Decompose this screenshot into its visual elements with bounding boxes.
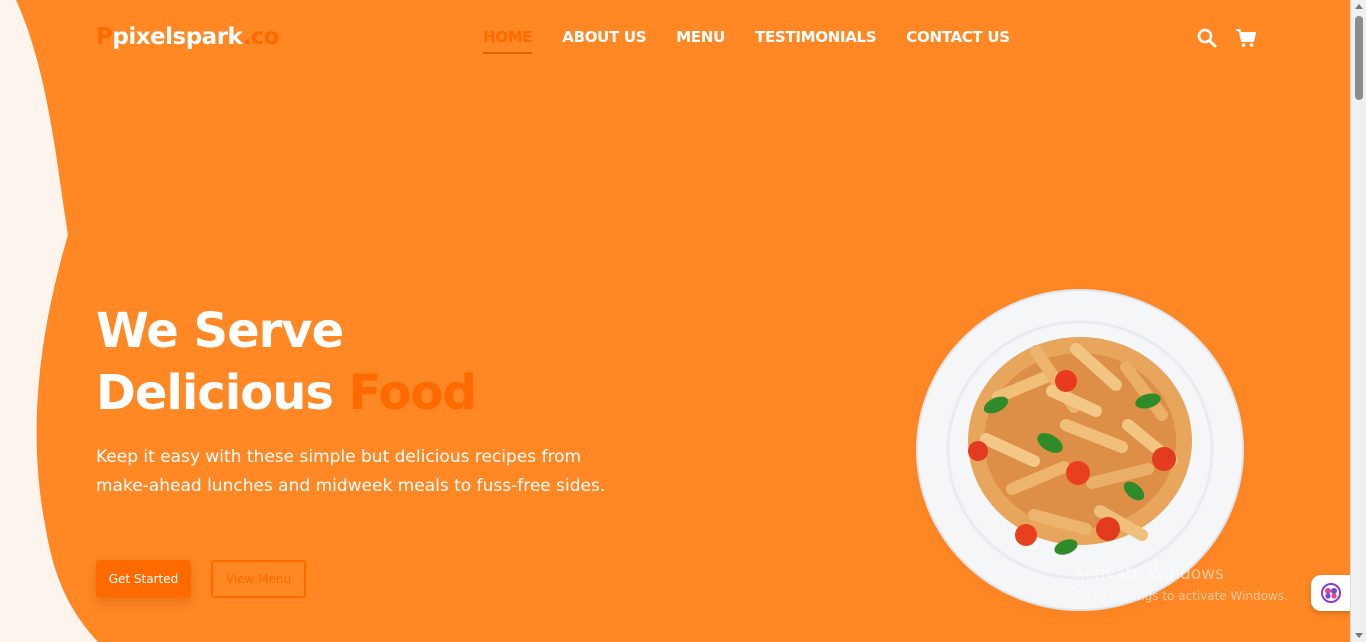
main-nav: HOME ABOUT US MENU TESTIMONIALS CONTACT … (483, 28, 1010, 54)
hero-title-accent: Food (348, 365, 477, 421)
logo-prefix: P (96, 24, 113, 50)
nav-about-us[interactable]: ABOUT US (562, 28, 646, 54)
logo[interactable]: Ppixelspark.co (96, 24, 280, 50)
logo-tld: .co (242, 24, 280, 50)
page: Ppixelspark.co HOME ABOUT US MENU TESTIM… (0, 0, 1350, 642)
search-icon[interactable] (1196, 27, 1218, 49)
activate-windows-title: Activate Windows (1073, 564, 1224, 584)
pasta-plate-image (916, 289, 1244, 611)
brain-icon (1321, 583, 1341, 603)
hero-title-line2: Delicious (96, 365, 334, 421)
nav-menu[interactable]: MENU (676, 28, 725, 54)
scroll-thumb[interactable] (1355, 16, 1363, 100)
hero-title: We Serve Delicious Food (96, 300, 477, 424)
scroll-down-arrow-icon[interactable] (1355, 633, 1363, 638)
vertical-scrollbar[interactable] (1350, 0, 1366, 642)
logo-name: pixelspark (112, 24, 243, 50)
cart-icon[interactable] (1235, 27, 1257, 49)
nav-home[interactable]: HOME (483, 28, 533, 54)
hero-title-line1: We Serve (96, 303, 344, 359)
hero-description: Keep it easy with these simple but delic… (96, 447, 606, 496)
nav-testimonials[interactable]: TESTIMONIALS (755, 28, 877, 54)
view-menu-button[interactable]: View Menu (211, 560, 306, 598)
activate-windows-subtitle: Go to Settings to activate Windows. (1073, 589, 1288, 603)
nav-contact-us[interactable]: CONTACT US (906, 28, 1010, 54)
scroll-up-arrow-icon[interactable] (1355, 4, 1363, 9)
floating-extension-button[interactable] (1311, 575, 1350, 611)
get-started-button[interactable]: Get Started (96, 560, 191, 598)
